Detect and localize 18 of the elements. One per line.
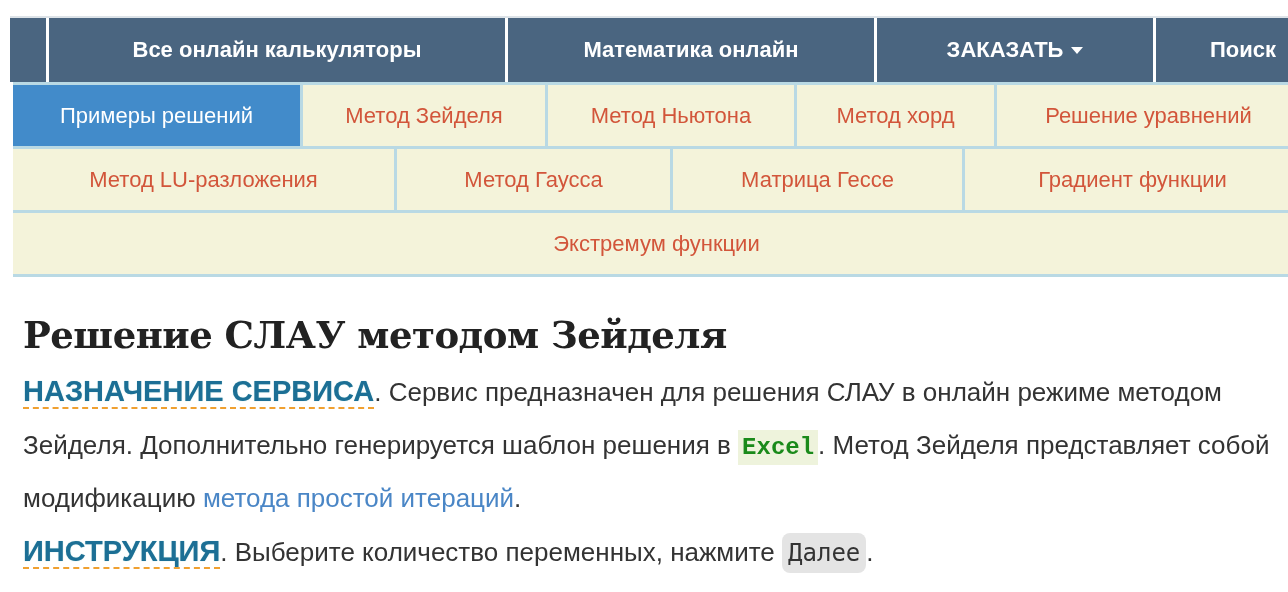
term-link[interactable]: НАЗНАЧЕНИЕ СЕРВИСА bbox=[23, 375, 375, 409]
text-link[interactable]: метода простой итераций bbox=[202, 483, 515, 513]
tab[interactable]: Метод Гаусса bbox=[397, 149, 673, 210]
tab[interactable]: Примеры решений bbox=[13, 85, 303, 146]
tab[interactable]: Метод хорд bbox=[797, 85, 997, 146]
excel-code: Excel bbox=[738, 430, 819, 465]
tab[interactable]: Экстремум функции bbox=[13, 213, 1288, 274]
tab[interactable]: Метод Зейделя bbox=[303, 85, 548, 146]
tab[interactable]: Метод LU-разложения bbox=[13, 149, 397, 210]
paragraph: НАЗНАЧЕНИЕ СЕРВИСА. Сервис предназначен для решения СЛАУ в онлайн режиме методом Зейделя. Дополнительно генерируется шаблон решения в Excel. Метод Зейделя представляет собой модификацию метода простой итераций. bbox=[23, 374, 1271, 515]
page-title: Решение СЛАУ методом Зейделя bbox=[23, 313, 728, 357]
tab[interactable]: Градиент функции bbox=[965, 149, 1288, 210]
tab[interactable]: Решение уравнений bbox=[997, 85, 1288, 146]
tab[interactable]: Матрица Гессе bbox=[673, 149, 965, 210]
tab[interactable]: Метод Ньютона bbox=[548, 85, 797, 146]
term-link[interactable]: ИНСТРУКЦИЯ bbox=[23, 535, 221, 569]
paragraph: ИНСТРУКЦИЯ. Выберите количество переменных, нажмите Далее . bbox=[23, 525, 1273, 579]
key-label: Далее bbox=[782, 533, 867, 573]
